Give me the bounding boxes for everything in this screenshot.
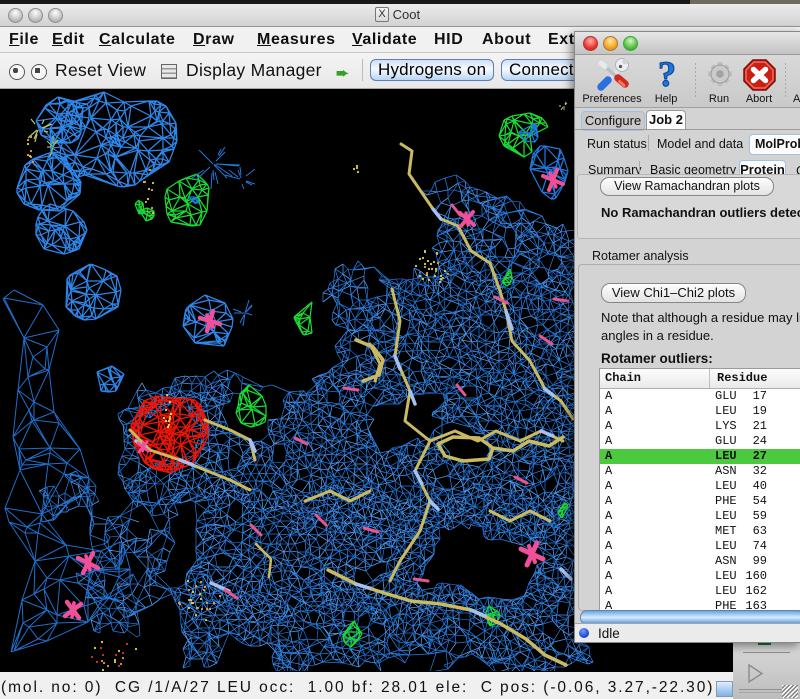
svg-text:?: ? xyxy=(658,56,676,94)
